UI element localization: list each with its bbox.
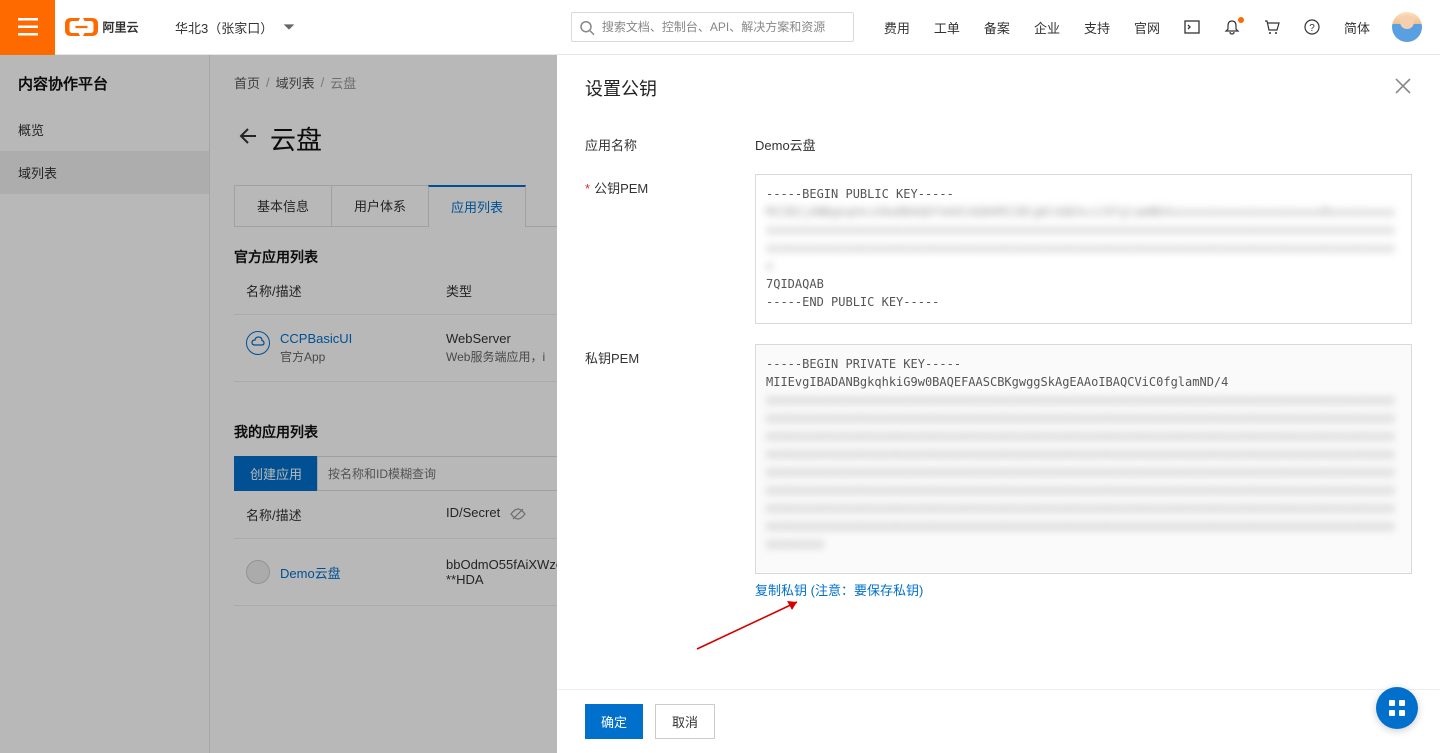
nav-help-icon[interactable]: ? (1292, 19, 1332, 36)
public-key-textarea[interactable]: -----BEGIN PUBLIC KEY----- MIIBIjANBgkqh… (755, 174, 1412, 324)
svg-text:阿里云: 阿里云 (103, 20, 139, 35)
caret-down-icon (281, 19, 297, 36)
user-avatar[interactable] (1392, 12, 1422, 42)
close-icon[interactable] (1394, 77, 1412, 100)
apps-fab-button[interactable] (1376, 687, 1418, 729)
drawer-title: 设置公钥 (585, 75, 657, 101)
nav-enterprise[interactable]: 企业 (1022, 18, 1072, 37)
ok-button[interactable]: 确定 (585, 704, 643, 739)
nav-official[interactable]: 官网 (1122, 18, 1172, 37)
search-wrap (571, 12, 854, 42)
aliyun-logo-icon: 阿里云 (65, 13, 155, 41)
drawer-header: 设置公钥 (557, 55, 1440, 121)
aliyun-logo[interactable]: 阿里云 (55, 13, 155, 41)
nav-beian[interactable]: 备案 (972, 18, 1022, 37)
drawer-body: 应用名称 Demo云盘 *公钥PEM -----BEGIN PUBLIC KEY… (557, 121, 1440, 689)
redacted-text: MIIBIjANBgkqhkiG9w0BAQEFAAOCAQ8AMIIBCgKC… (766, 205, 1395, 273)
svg-text:?: ? (1309, 23, 1315, 34)
top-nav: 费用 工单 备案 企业 支持 官网 ? 简体 (872, 12, 1440, 42)
nav-bell-icon[interactable] (1212, 19, 1252, 36)
nav-terminal-icon[interactable] (1172, 19, 1212, 36)
top-header: 阿里云 华北3（张家口） 费用 工单 备案 企业 支持 官网 (0, 0, 1440, 55)
redacted-text: xxxxxxxxxxxxxxxxxxxxxxxxxxxxxxxxxxxxxxxx… (766, 393, 1395, 551)
region-selector[interactable]: 华北3（张家口） (175, 18, 297, 37)
cancel-button[interactable]: 取消 (655, 704, 715, 739)
label-public-pem: *公钥PEM (585, 174, 755, 324)
nav-fee[interactable]: 费用 (872, 18, 922, 37)
search-icon (579, 19, 595, 36)
menu-toggle-button[interactable] (0, 0, 55, 55)
label-private-pem: 私钥PEM (585, 344, 755, 599)
drawer-footer: 确定 取消 (557, 689, 1440, 753)
hamburger-icon (18, 18, 38, 36)
private-key-textarea[interactable]: -----BEGIN PRIVATE KEY----- MIIEvgIBADAN… (755, 344, 1412, 574)
label-app-name: 应用名称 (585, 131, 755, 154)
public-key-drawer: 设置公钥 应用名称 Demo云盘 *公钥PEM -----BEGIN PUBLI… (557, 55, 1440, 753)
nav-cart-icon[interactable] (1252, 19, 1292, 36)
notification-dot-icon (1238, 17, 1244, 23)
nav-support[interactable]: 支持 (1072, 18, 1122, 37)
grid-icon (1387, 698, 1407, 718)
region-label: 华北3（张家口） (175, 18, 273, 37)
search-input[interactable] (571, 12, 854, 42)
nav-ticket[interactable]: 工单 (922, 18, 972, 37)
nav-lang[interactable]: 简体 (1332, 18, 1382, 37)
copy-private-key-link[interactable]: 复制私钥 (注意：要保存私钥) (755, 580, 923, 599)
value-app-name: Demo云盘 (755, 131, 1412, 154)
